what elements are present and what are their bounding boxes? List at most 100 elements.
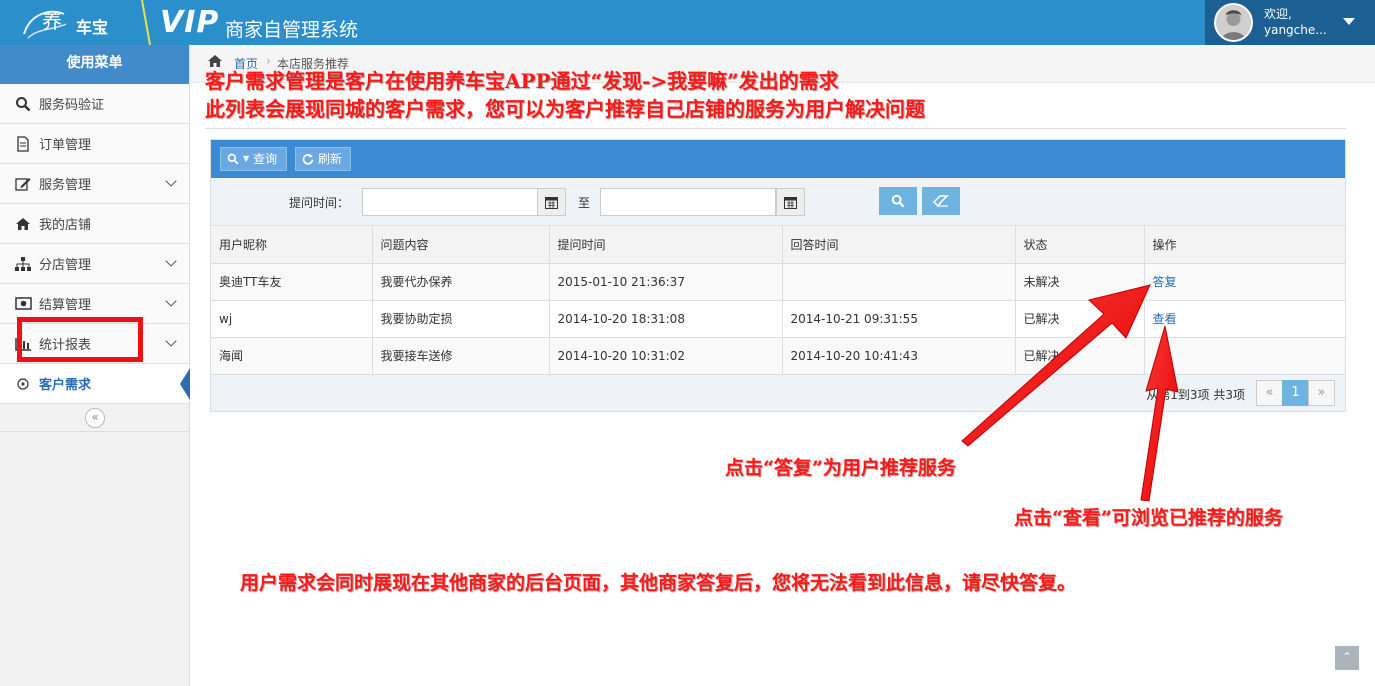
cell-action: [1144, 337, 1345, 375]
logo[interactable]: 养 车宝: [0, 0, 150, 45]
cell-status: 未解决: [1015, 263, 1145, 301]
prev-page-button[interactable]: «: [1256, 379, 1283, 406]
chevron-down-icon[interactable]: [165, 295, 177, 307]
money-icon: [14, 296, 32, 312]
page-1-button[interactable]: 1: [1282, 379, 1309, 406]
sidebar-item-label: 结算管理: [39, 298, 92, 313]
cell-asked: 2015-01-10 21:36:37: [549, 263, 783, 301]
search-icon: [891, 194, 905, 208]
cell-nickname: 奥迪TT车友: [211, 263, 373, 301]
query-button[interactable]: ▼ 查询: [220, 147, 287, 171]
chevron-down-icon[interactable]: [165, 335, 177, 347]
column-header[interactable]: 问题内容: [372, 226, 550, 264]
column-header: 操作: [1144, 226, 1345, 264]
home-icon: [14, 216, 32, 232]
circle-icon: [14, 376, 32, 392]
edit-icon: [14, 176, 32, 192]
sidebar-item-customer-demand[interactable]: 客户需求: [0, 364, 190, 404]
annotation-reply-hint: 点击“答复”为用户推荐服务: [725, 457, 956, 479]
demand-panel: ▼ 查询 刷新 提问时间： 至 用户昵称 问题内容 提问时间 回答时间 状态 操…: [210, 139, 1346, 412]
search-button[interactable]: [879, 187, 917, 215]
ask-time-label: 提问时间：: [289, 196, 350, 210]
sidebar-item-branches[interactable]: 分店管理: [0, 244, 189, 284]
search-icon: [227, 153, 239, 165]
sidebar-item-orders[interactable]: 订单管理: [0, 124, 189, 164]
demand-table: 用户昵称 问题内容 提问时间 回答时间 状态 操作 奥迪TT车友 我要代办保养 …: [211, 226, 1345, 375]
sidebar-item-label: 服务管理: [39, 178, 92, 193]
refresh-label: 刷新: [318, 152, 343, 166]
divider-slash: [141, 0, 151, 45]
chevron-down-icon[interactable]: [165, 175, 177, 187]
chevron-down-icon[interactable]: [165, 255, 177, 267]
sidebar-item-my-shop[interactable]: 我的店铺: [0, 204, 189, 244]
caret-down-icon[interactable]: [1343, 18, 1355, 25]
username: yangche...: [1264, 23, 1327, 37]
sidebar-item-services[interactable]: 服务管理: [0, 164, 189, 204]
clear-button[interactable]: [922, 187, 960, 215]
cell-action: 查看: [1144, 300, 1345, 338]
vip-label: VIP: [160, 5, 220, 40]
sidebar-item-label: 分店管理: [39, 258, 92, 273]
cell-content: 我要代办保养: [372, 263, 550, 301]
logo-char: 养: [42, 9, 62, 33]
cell-nickname: wj: [211, 300, 373, 338]
cell-content: 我要协助定损: [372, 300, 550, 338]
logo-swirl-icon: 养: [23, 9, 67, 39]
welcome-label: 欢迎,: [1264, 7, 1292, 21]
calendar-icon[interactable]: [537, 188, 566, 216]
cell-status: 已解决: [1015, 337, 1145, 375]
annotation-line-1: 客户需求管理是客户在使用养车宝APP通过“发现->我要嘛”发出的需求: [205, 69, 839, 93]
column-header[interactable]: 状态: [1015, 226, 1145, 264]
cell-asked: 2014-10-20 18:31:08: [549, 300, 783, 338]
highlight-box: [17, 317, 143, 362]
pager-info: 从第1到3项 共3项: [1146, 387, 1245, 402]
toolbar: ▼ 查询 刷新: [211, 140, 1345, 178]
document-icon: [14, 135, 32, 152]
start-date-field[interactable]: [362, 188, 538, 216]
end-date-input[interactable]: [601, 189, 775, 215]
table-row: 奥迪TT车友 我要代办保养 2015-01-10 21:36:37 未解决 答复: [211, 263, 1345, 301]
end-date-field[interactable]: [600, 188, 776, 216]
sidebar-item-label: 服务码验证: [39, 98, 105, 113]
system-title: 商家自管理系统: [225, 19, 359, 41]
cell-content: 我要接车送修: [372, 337, 550, 375]
table-header-row: 用户昵称 问题内容 提问时间 回答时间 状态 操作: [211, 226, 1345, 264]
user-menu[interactable]: 欢迎, yangche...: [1205, 0, 1375, 45]
query-label: 查询: [253, 152, 278, 166]
column-header[interactable]: 提问时间: [549, 226, 783, 264]
view-link[interactable]: 查看: [1153, 312, 1177, 326]
column-header[interactable]: 回答时间: [782, 226, 1016, 264]
search-icon: [14, 96, 32, 112]
sidebar: 使用菜单 服务码验证 订单管理 服务管理 我的店铺 分店管理 结算管理 统计报表…: [0, 45, 190, 686]
calendar-icon[interactable]: [776, 188, 805, 216]
cell-action: 答复: [1144, 263, 1345, 301]
sidebar-title: 使用菜单: [0, 45, 189, 84]
reply-link[interactable]: 答复: [1153, 275, 1177, 289]
refresh-button[interactable]: 刷新: [295, 147, 351, 171]
scroll-to-top-button[interactable]: ⌃: [1335, 646, 1359, 670]
column-header[interactable]: 用户昵称: [211, 226, 373, 264]
annotation-view-hint: 点击“查看”可浏览已推荐的服务: [1014, 507, 1283, 529]
collapse-sidebar-icon[interactable]: «: [85, 408, 105, 428]
cell-status: 已解决: [1015, 300, 1145, 338]
sidebar-item-label: 我的店铺: [39, 218, 92, 233]
next-page-button[interactable]: »: [1308, 379, 1335, 406]
logo-text: 车宝: [76, 18, 109, 37]
sidebar-item-service-code[interactable]: 服务码验证: [0, 84, 189, 124]
annotation-line-2: 此列表会展现同城的客户需求，您可以为客户推荐自己店铺的服务为用户解决问题: [205, 97, 925, 121]
sidebar-collapse-row: «: [0, 404, 189, 432]
cell-asked: 2014-10-20 10:31:02: [549, 337, 783, 375]
avatar: [1214, 3, 1253, 42]
sidebar-item-label: 客户需求: [39, 378, 92, 393]
to-label: 至: [578, 196, 591, 210]
cell-nickname: 海闻: [211, 337, 373, 375]
sitemap-icon: [14, 256, 32, 272]
pager-row: 从第1到3项 共3项 « 1 »: [211, 374, 1345, 411]
table-row: wj 我要协助定损 2014-10-20 18:31:08 2014-10-21…: [211, 300, 1345, 338]
caret-down-icon: ▼: [243, 154, 250, 163]
start-date-input[interactable]: [363, 189, 537, 215]
cell-answered: [782, 263, 1016, 301]
top-bar: 养 车宝 VIP 商家自管理系统 欢迎, yangche...: [0, 0, 1375, 45]
eraser-icon: [933, 195, 949, 207]
sidebar-item-label: 订单管理: [39, 138, 92, 153]
